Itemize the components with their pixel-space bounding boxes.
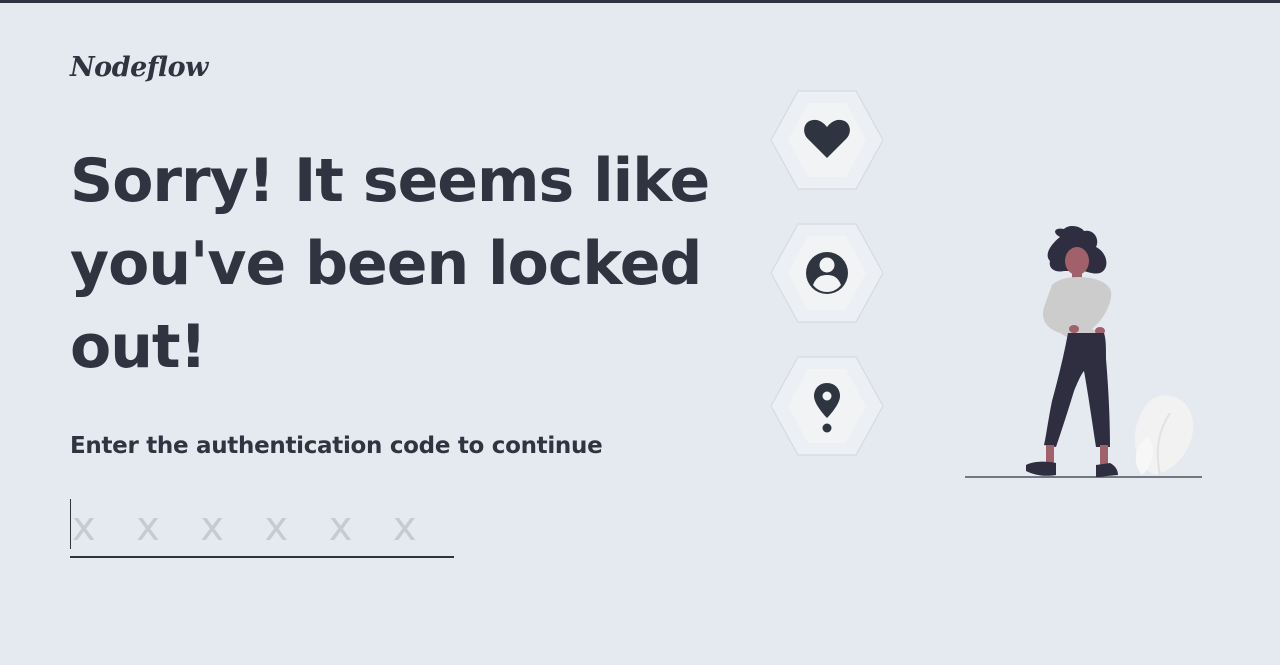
heart-badge <box>770 90 884 190</box>
woman-figure <box>1026 225 1118 477</box>
instruction-text: Enter the authentication code to continu… <box>70 433 603 459</box>
brand-logo[interactable]: Nodeflow <box>70 52 208 83</box>
auth-code-input[interactable] <box>70 498 456 556</box>
top-border <box>0 0 1280 3</box>
user-badge <box>770 223 884 323</box>
locked-out-illustration <box>960 225 1210 485</box>
plant-illustration <box>1134 395 1194 476</box>
auth-code-field[interactable] <box>70 498 456 558</box>
user-icon <box>806 252 848 294</box>
location-badge <box>770 356 884 456</box>
page-title: Sorry! It seems like you've been locked … <box>70 146 710 382</box>
text-caret <box>70 499 71 549</box>
